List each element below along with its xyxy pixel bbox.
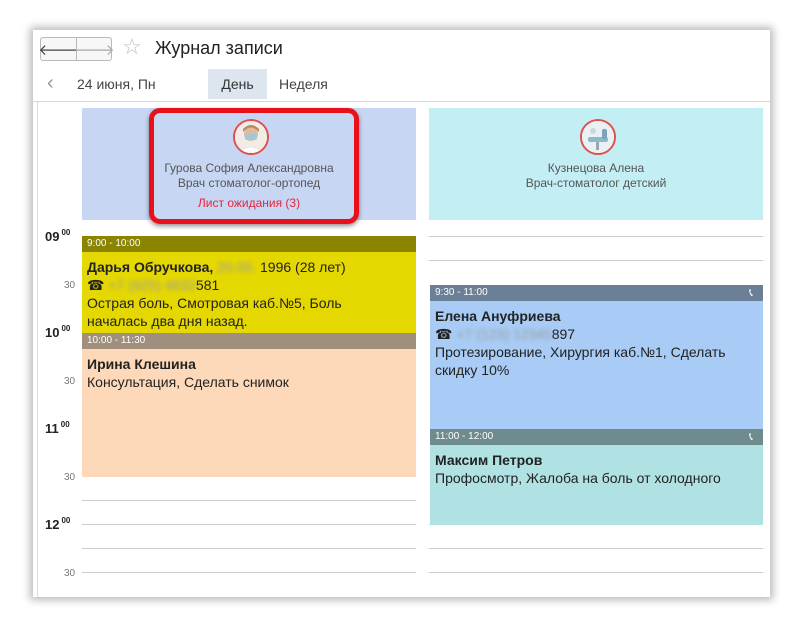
appointment-note: началась два дня назад.	[87, 313, 248, 329]
grid-line	[82, 524, 416, 525]
arrow-left-icon: 🡐	[38, 41, 79, 59]
hour-label-9: 09 00	[45, 228, 71, 244]
patient-name: Дарья Обручкова, 20.05. 1996 (28 лет)	[87, 259, 346, 275]
appointment-time: 10:00 - 11:30	[82, 333, 416, 349]
patient-name: Максим Петров	[435, 452, 543, 468]
grid-line	[82, 572, 416, 573]
half-hour-label: 30	[64, 376, 76, 387]
history-nav: 🡐 🡒	[38, 37, 115, 61]
dental-chair-icon	[582, 121, 614, 153]
appointment-card[interactable]: 11:00 - 12:00 📞︎ Максим Петров Профосмот…	[430, 429, 763, 525]
appointment-time: 11:00 - 12:00 📞︎	[430, 429, 763, 445]
grid-line	[429, 260, 763, 261]
doctor-name: Кузнецова Алена	[547, 161, 645, 175]
chevron-left-icon: ‹	[47, 72, 54, 94]
grid-line	[82, 548, 416, 549]
appointment-note: Профосмотр, Жалоба на боль от холодного	[435, 470, 721, 486]
phone-icon[interactable]: 📞︎	[749, 429, 753, 445]
hour-label-10: 10 00	[45, 324, 71, 340]
grid-line	[429, 548, 763, 549]
hour-label-12: 12 00	[45, 516, 71, 532]
toolbar-divider	[33, 101, 770, 102]
back-button[interactable]: 🡐	[38, 38, 79, 60]
doctor-avatar	[580, 119, 616, 155]
grid-line	[429, 572, 763, 573]
half-hour-label: 30	[64, 472, 76, 483]
appointment-card[interactable]: 9:30 - 11:00 📞︎ Елена Ануфриева ☎ +7 (12…	[430, 285, 763, 429]
phone-icon: ☎	[87, 277, 105, 293]
doctor-info-2: Кузнецова Алена Врач-стоматолог детский	[429, 161, 763, 191]
left-border	[37, 102, 38, 597]
tab-day[interactable]: День	[208, 69, 267, 99]
tab-week[interactable]: Неделя	[279, 76, 328, 92]
appointment-note: скидку 10%	[435, 362, 510, 378]
appointment-time: 9:00 - 10:00	[82, 236, 416, 252]
page-title: Журнал записи	[155, 38, 283, 58]
appointment-note: Протезирование, Хирургия каб.№1, Сделать	[435, 344, 726, 360]
half-hour-label: 30	[64, 280, 76, 291]
appointment-note: Острая боль, Смотровая каб.№5, Боль	[87, 295, 342, 311]
grid-line	[82, 500, 416, 501]
appointment-note: Консультация, Сделать снимок	[87, 374, 289, 390]
patient-name: Елена Ануфриева	[435, 308, 561, 324]
phone-icon[interactable]: 📞︎	[749, 285, 753, 301]
grid-line	[429, 236, 763, 237]
appointment-time: 9:30 - 11:00 📞︎	[430, 285, 763, 301]
phone-icon: ☎	[435, 326, 453, 342]
star-icon[interactable]: ☆	[122, 35, 142, 59]
doctor-role: Врач-стоматолог детский	[525, 176, 667, 190]
prev-date-button[interactable]: ‹	[47, 72, 54, 94]
current-date[interactable]: 24 июня, Пн	[77, 76, 156, 92]
patient-phone: ☎ +7 (925) 4632581	[87, 277, 220, 293]
arrow-right-icon: 🡒	[74, 41, 115, 59]
journal-window: 🡐 🡒 ☆ Журнал записи ‹ 24 июня, Пн День Н…	[33, 30, 770, 597]
appointment-card[interactable]: 9:00 - 10:00 Дарья Обручкова, 20.05. 199…	[82, 236, 416, 333]
appointment-card[interactable]: 10:00 - 11:30 Ирина Клешина Консультация…	[82, 333, 416, 477]
half-hour-label: 30	[64, 568, 76, 579]
highlight-frame	[149, 108, 359, 224]
hour-label-11: 11 00	[45, 420, 70, 436]
patient-name: Ирина Клешина	[87, 356, 196, 372]
forward-button[interactable]: 🡒	[74, 38, 115, 60]
patient-phone: ☎ +7 (123) 12345897	[435, 326, 576, 342]
